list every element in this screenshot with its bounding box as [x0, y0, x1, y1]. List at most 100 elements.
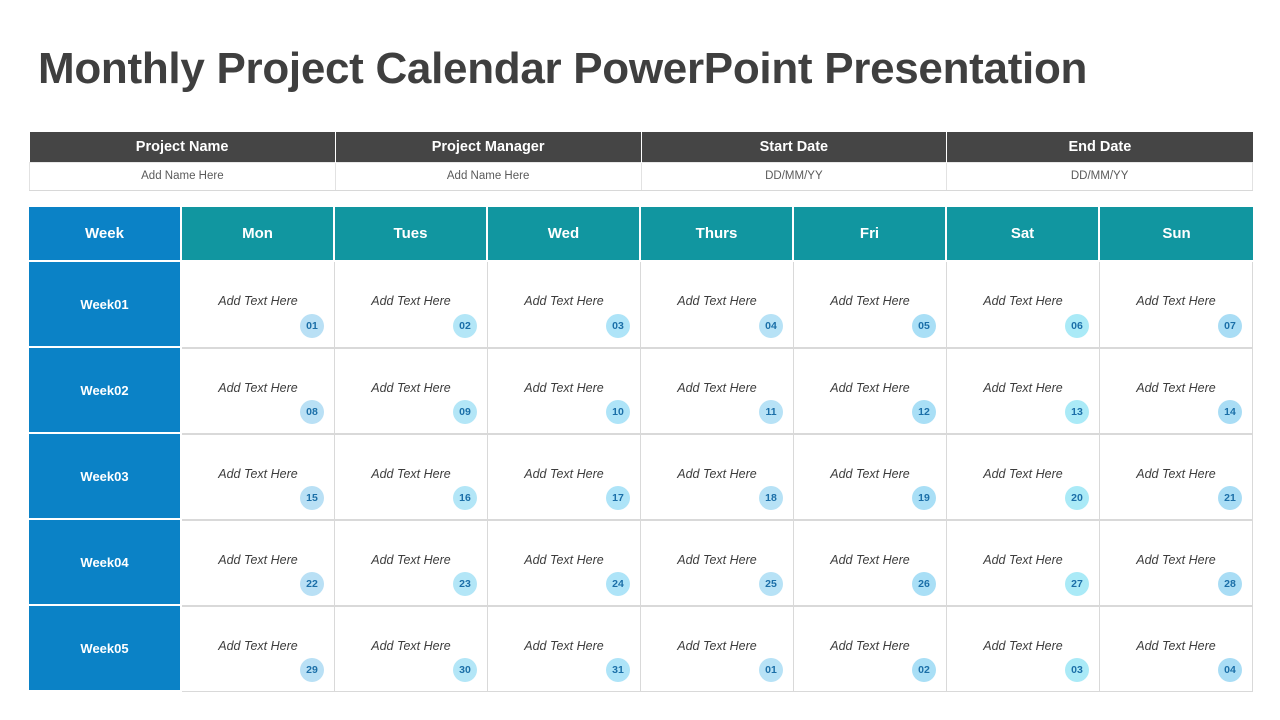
- calendar-day-cell[interactable]: Add Text Here 04: [1100, 606, 1253, 692]
- day-cell-text[interactable]: Add Text Here: [182, 553, 334, 567]
- day-number-badge: 03: [1065, 658, 1089, 682]
- calendar-header-fri: Fri: [794, 207, 947, 262]
- calendar-day-cell[interactable]: Add Text Here 29: [182, 606, 335, 692]
- day-cell-text[interactable]: Add Text Here: [335, 467, 487, 481]
- day-cell-text[interactable]: Add Text Here: [641, 553, 793, 567]
- day-cell-text[interactable]: Add Text Here: [182, 639, 334, 653]
- day-cell-text[interactable]: Add Text Here: [335, 553, 487, 567]
- day-cell-text[interactable]: Add Text Here: [641, 381, 793, 395]
- day-number-badge: 29: [300, 658, 324, 682]
- day-cell-text[interactable]: Add Text Here: [182, 467, 334, 481]
- day-cell-text[interactable]: Add Text Here: [641, 467, 793, 481]
- calendar-day-cell[interactable]: Add Text Here 18: [641, 434, 794, 520]
- day-number-badge: 27: [1065, 572, 1089, 596]
- calendar-day-cell[interactable]: Add Text Here 26: [794, 520, 947, 606]
- calendar-day-cell[interactable]: Add Text Here 01: [182, 262, 335, 348]
- day-cell-text[interactable]: Add Text Here: [794, 381, 946, 395]
- day-cell-text[interactable]: Add Text Here: [335, 294, 487, 308]
- calendar-day-cell[interactable]: Add Text Here 15: [182, 434, 335, 520]
- day-cell-text[interactable]: Add Text Here: [947, 467, 1099, 481]
- project-manager-header: Project Manager: [335, 132, 642, 162]
- day-number-badge: 11: [759, 400, 783, 424]
- day-cell-text[interactable]: Add Text Here: [947, 294, 1099, 308]
- day-cell-text[interactable]: Add Text Here: [794, 294, 946, 308]
- calendar-day-cell[interactable]: Add Text Here 04: [641, 262, 794, 348]
- day-cell-text[interactable]: Add Text Here: [182, 381, 334, 395]
- calendar-day-cell[interactable]: Add Text Here 28: [1100, 520, 1253, 606]
- project-name-value[interactable]: Add Name Here: [29, 161, 336, 191]
- calendar-day-cell[interactable]: Add Text Here 30: [335, 606, 488, 692]
- calendar-day-cell[interactable]: Add Text Here 07: [1100, 262, 1253, 348]
- calendar-day-cell[interactable]: Add Text Here 09: [335, 348, 488, 434]
- day-cell-text[interactable]: Add Text Here: [947, 639, 1099, 653]
- calendar-day-cell[interactable]: Add Text Here 23: [335, 520, 488, 606]
- calendar-day-cell[interactable]: Add Text Here 16: [335, 434, 488, 520]
- day-cell-text[interactable]: Add Text Here: [488, 639, 640, 653]
- day-number-badge: 12: [912, 400, 936, 424]
- calendar-day-cell[interactable]: Add Text Here 12: [794, 348, 947, 434]
- day-number-badge: 10: [606, 400, 630, 424]
- day-cell-text[interactable]: Add Text Here: [335, 639, 487, 653]
- calendar-day-cell[interactable]: Add Text Here 19: [794, 434, 947, 520]
- day-cell-text[interactable]: Add Text Here: [488, 381, 640, 395]
- calendar-day-cell[interactable]: Add Text Here 02: [794, 606, 947, 692]
- project-info-value-row: Add Name Here Add Name Here DD/MM/YY DD/…: [29, 161, 1253, 191]
- day-cell-text[interactable]: Add Text Here: [488, 553, 640, 567]
- day-number-badge: 02: [453, 314, 477, 338]
- calendar-day-cell[interactable]: Add Text Here 06: [947, 262, 1100, 348]
- day-cell-text[interactable]: Add Text Here: [641, 294, 793, 308]
- calendar-day-cell[interactable]: Add Text Here 01: [641, 606, 794, 692]
- calendar-table: Week Mon Tues Wed Thurs Fri Sat Sun Week…: [29, 207, 1253, 692]
- calendar-day-cell[interactable]: Add Text Here 10: [488, 348, 641, 434]
- calendar-header-row: Week Mon Tues Wed Thurs Fri Sat Sun: [29, 207, 1253, 262]
- calendar-day-cell[interactable]: Add Text Here 03: [488, 262, 641, 348]
- calendar-day-cell[interactable]: Add Text Here 13: [947, 348, 1100, 434]
- calendar-header-thurs: Thurs: [641, 207, 794, 262]
- day-cell-text[interactable]: Add Text Here: [947, 553, 1099, 567]
- day-cell-text[interactable]: Add Text Here: [335, 381, 487, 395]
- calendar-body: Week01 Add Text Here 01 Add Text Here 02 Add …: [29, 262, 1253, 692]
- calendar-day-cell[interactable]: Add Text Here 20: [947, 434, 1100, 520]
- calendar-day-cell[interactable]: Add Text Here 05: [794, 262, 947, 348]
- calendar-day-cell[interactable]: Add Text Here 17: [488, 434, 641, 520]
- day-cell-text[interactable]: Add Text Here: [794, 639, 946, 653]
- calendar-day-cell[interactable]: Add Text Here 03: [947, 606, 1100, 692]
- day-cell-text[interactable]: Add Text Here: [1100, 381, 1252, 395]
- calendar-day-cell[interactable]: Add Text Here 11: [641, 348, 794, 434]
- day-number-badge: 08: [300, 400, 324, 424]
- week-label-cell: Week03: [29, 434, 182, 520]
- calendar-day-cell[interactable]: Add Text Here 25: [641, 520, 794, 606]
- day-cell-text[interactable]: Add Text Here: [947, 381, 1099, 395]
- end-date-value[interactable]: DD/MM/YY: [946, 161, 1253, 191]
- day-cell-text[interactable]: Add Text Here: [488, 294, 640, 308]
- day-cell-text[interactable]: Add Text Here: [1100, 467, 1252, 481]
- start-date-header: Start Date: [641, 132, 948, 162]
- calendar-day-cell[interactable]: Add Text Here 21: [1100, 434, 1253, 520]
- calendar-day-cell[interactable]: Add Text Here 24: [488, 520, 641, 606]
- day-cell-text[interactable]: Add Text Here: [794, 553, 946, 567]
- day-cell-text[interactable]: Add Text Here: [794, 467, 946, 481]
- calendar-header-wed: Wed: [488, 207, 641, 262]
- day-number-badge: 13: [1065, 400, 1089, 424]
- calendar-day-cell[interactable]: Add Text Here 22: [182, 520, 335, 606]
- day-cell-text[interactable]: Add Text Here: [1100, 294, 1252, 308]
- start-date-value[interactable]: DD/MM/YY: [641, 161, 948, 191]
- calendar-day-cell[interactable]: Add Text Here 08: [182, 348, 335, 434]
- calendar-day-cell[interactable]: Add Text Here 31: [488, 606, 641, 692]
- day-cell-text[interactable]: Add Text Here: [1100, 639, 1252, 653]
- day-cell-text[interactable]: Add Text Here: [182, 294, 334, 308]
- calendar-week-row: Week01 Add Text Here 01 Add Text Here 02 Add …: [29, 262, 1253, 348]
- project-name-header: Project Name: [29, 132, 336, 162]
- calendar-week-row: Week04 Add Text Here 22 Add Text Here 23 Add …: [29, 520, 1253, 606]
- calendar-day-cell[interactable]: Add Text Here 14: [1100, 348, 1253, 434]
- day-number-badge: 17: [606, 486, 630, 510]
- calendar-week-row: Week05 Add Text Here 29 Add Text Here 30 Add …: [29, 606, 1253, 692]
- day-cell-text[interactable]: Add Text Here: [1100, 553, 1252, 567]
- day-cell-text[interactable]: Add Text Here: [641, 639, 793, 653]
- calendar-day-cell[interactable]: Add Text Here 27: [947, 520, 1100, 606]
- day-number-badge: 25: [759, 572, 783, 596]
- day-number-badge: 06: [1065, 314, 1089, 338]
- calendar-day-cell[interactable]: Add Text Here 02: [335, 262, 488, 348]
- project-manager-value[interactable]: Add Name Here: [335, 161, 642, 191]
- day-cell-text[interactable]: Add Text Here: [488, 467, 640, 481]
